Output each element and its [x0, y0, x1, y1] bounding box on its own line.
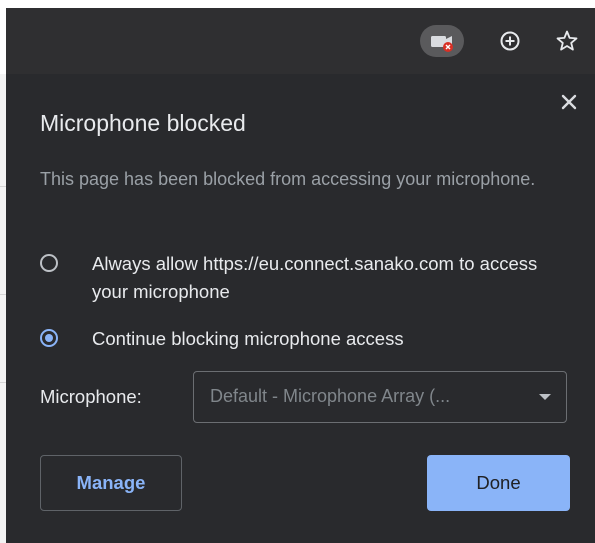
- close-icon: [561, 94, 577, 110]
- camera-blocked-button[interactable]: [420, 25, 464, 57]
- star-icon: [556, 30, 578, 51]
- popup-title: Microphone blocked: [40, 110, 246, 136]
- bookmark-button[interactable]: [548, 25, 586, 57]
- add-button[interactable]: [491, 25, 529, 57]
- microphone-label: Microphone:: [40, 386, 142, 407]
- close-button[interactable]: [557, 90, 581, 114]
- microphone-select[interactable]: Default - Microphone Array (...: [193, 371, 567, 423]
- option-always-allow[interactable]: Always allow https://eu.connect.sanako.c…: [40, 250, 552, 306]
- microphone-selected-value: Default - Microphone Array (...: [210, 386, 451, 406]
- browser-toolbar: [6, 8, 595, 74]
- option-continue-blocking-label: Continue blocking microphone access: [92, 328, 404, 349]
- manage-button[interactable]: Manage: [40, 455, 182, 511]
- radio-continue-blocking[interactable]: [40, 329, 58, 347]
- chevron-down-icon: [539, 394, 551, 400]
- option-continue-blocking[interactable]: Continue blocking microphone access: [40, 325, 552, 353]
- done-button[interactable]: Done: [427, 455, 570, 511]
- camera-blocked-icon: [431, 36, 453, 52]
- popup-description: This page has been blocked from accessin…: [40, 169, 536, 189]
- microphone-permission-popup: Microphone blocked This page has been bl…: [6, 74, 595, 543]
- radio-always-allow[interactable]: [40, 254, 58, 272]
- add-circle-icon: [500, 31, 520, 51]
- option-always-allow-label: Always allow https://eu.connect.sanako.c…: [92, 253, 538, 302]
